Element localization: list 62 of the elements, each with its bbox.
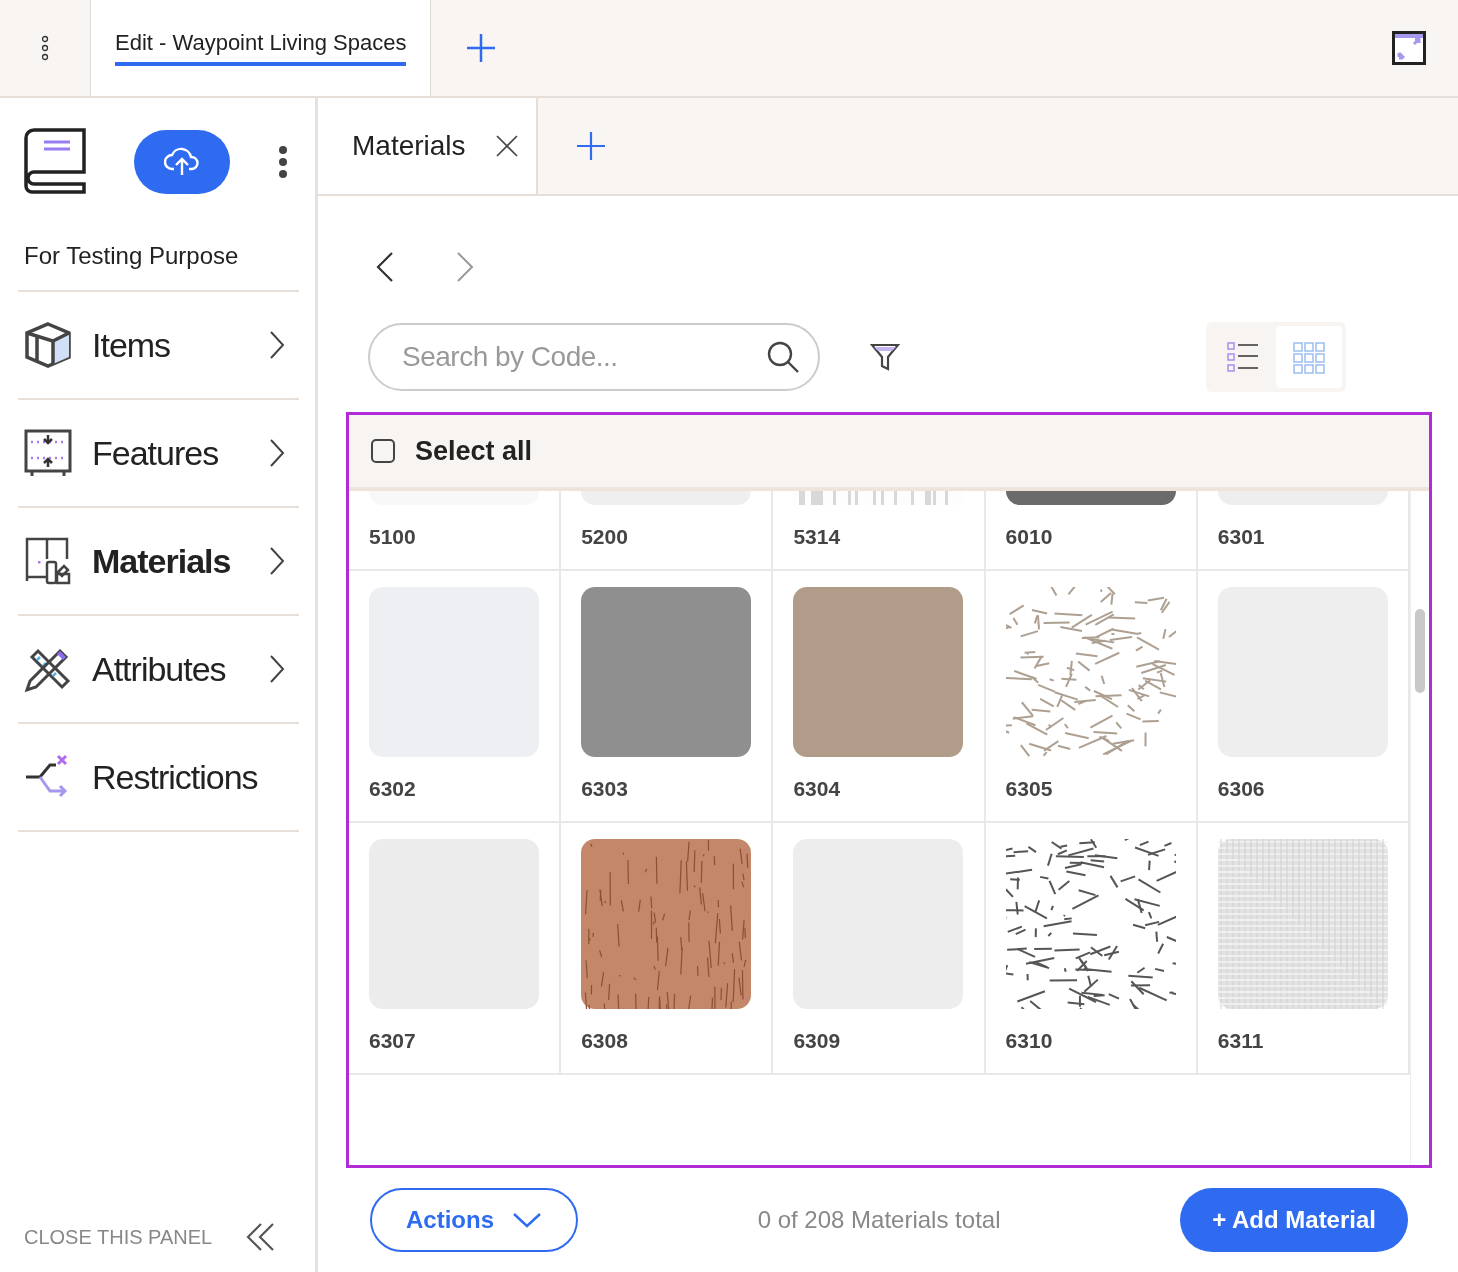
nav-item[interactable]: Features	[18, 400, 299, 508]
document-tab[interactable]: Edit - Waypoint Living Spaces	[90, 0, 432, 96]
material-card[interactable]: 6302	[349, 571, 562, 823]
material-card[interactable]: 5314	[773, 491, 986, 571]
close-icon[interactable]	[495, 135, 518, 157]
panel-tab[interactable]: Materials	[318, 98, 538, 194]
cabinet-swatch-icon	[24, 537, 72, 585]
more-icon[interactable]	[278, 146, 288, 178]
select-all-checkbox[interactable]: Select all	[371, 435, 533, 467]
actions-dropdown[interactable]: Actions	[370, 1188, 578, 1252]
add-tab-icon[interactable]	[575, 131, 606, 161]
nav-item[interactable]: Items	[18, 292, 299, 400]
cube-icon	[24, 321, 72, 369]
material-code: 6309	[793, 1029, 842, 1053]
material-card[interactable]: 5200	[561, 491, 774, 571]
material-card[interactable]: 6304	[773, 571, 986, 823]
search-icon[interactable]	[766, 340, 800, 374]
add-tab-icon[interactable]	[465, 32, 498, 64]
caret-down-icon	[512, 1212, 542, 1228]
material-code: 6308	[581, 1029, 629, 1053]
cabinet-icon	[24, 429, 72, 477]
double-chevron-left-icon[interactable]	[245, 1222, 275, 1252]
list-icon	[1226, 340, 1260, 374]
search-field[interactable]: Search by Code...	[368, 323, 820, 391]
material-card[interactable]: 5100	[349, 491, 562, 571]
material-code: 6305	[1005, 777, 1054, 801]
add-material-button[interactable]: + Add Material	[1180, 1188, 1408, 1252]
nav-item[interactable]: Materials	[18, 508, 299, 616]
material-code: 5200	[581, 525, 629, 549]
material-card[interactable]: 6301	[1197, 491, 1410, 571]
material-card[interactable]: 6303	[561, 571, 774, 823]
material-card[interactable]: 6309	[773, 823, 986, 1075]
material-card[interactable]: 6311	[1197, 823, 1410, 1075]
material-code: 6306	[1217, 777, 1266, 801]
expand-window-icon[interactable]	[1392, 31, 1426, 65]
materials-count: 0 of 208 Materials total	[756, 1206, 1002, 1234]
material-card[interactable]: 6308	[561, 823, 774, 1075]
cloud-upload-icon	[164, 147, 200, 177]
material-code: 6304	[793, 777, 842, 801]
book-icon	[24, 128, 86, 196]
material-code: 6302	[369, 777, 417, 801]
nav-item[interactable]: Restrictions	[18, 724, 299, 832]
project-title: For Testing Purpose	[18, 196, 299, 292]
grid-icon	[1292, 340, 1326, 374]
material-card[interactable]: 6310	[985, 823, 1198, 1075]
material-card[interactable]: 6305	[985, 571, 1198, 823]
material-code: 6301	[1217, 525, 1266, 549]
material-code: 6307	[369, 1029, 417, 1053]
close-panel-link[interactable]: CLOSE THIS PANEL	[24, 1225, 213, 1249]
material-code: 6010	[1005, 525, 1054, 549]
material-card[interactable]: 6306	[1197, 571, 1410, 823]
material-code: 6310	[1005, 1029, 1054, 1053]
material-code: 6303	[581, 777, 629, 801]
material-code: 5100	[369, 525, 417, 549]
material-code: 5314	[793, 525, 842, 549]
filter-icon[interactable]	[870, 342, 900, 372]
more-icon[interactable]	[41, 35, 49, 61]
material-card[interactable]: 6010	[985, 491, 1198, 571]
material-card[interactable]: 6307	[349, 823, 562, 1075]
nav-item[interactable]: Attributes	[18, 616, 299, 724]
material-code: 6311	[1217, 1029, 1265, 1053]
scrollbar-thumb[interactable]	[1415, 609, 1425, 693]
